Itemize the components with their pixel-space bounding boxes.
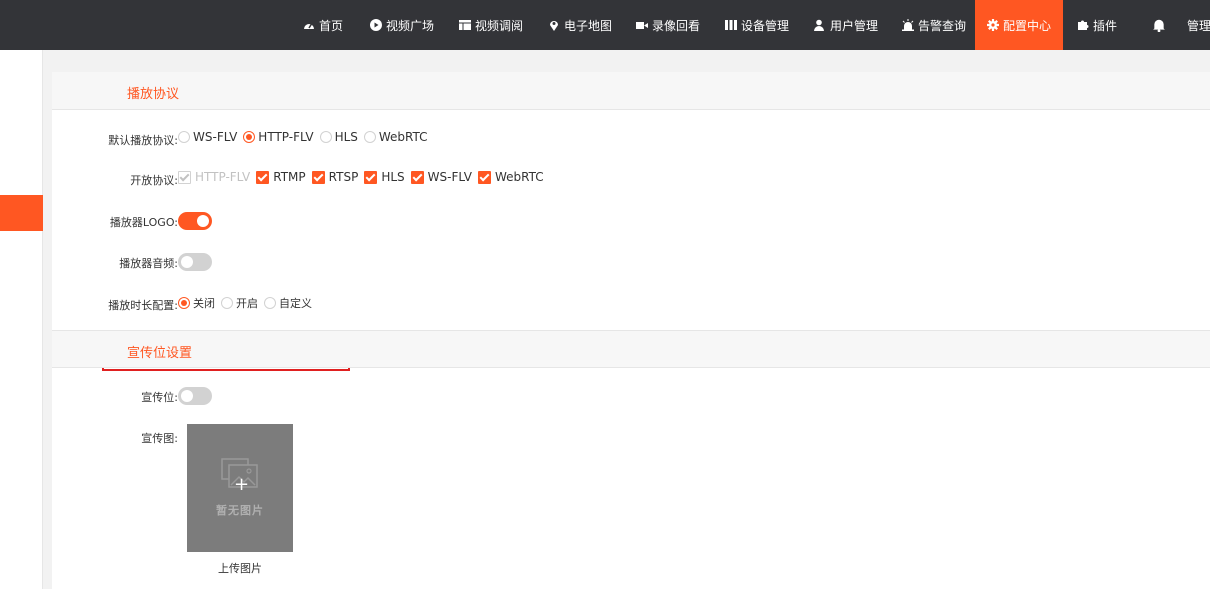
player-logo-switch[interactable] [178,212,212,230]
player-audio-label: 播放器音频: [119,257,178,270]
play-icon [370,19,382,31]
nav-item-home[interactable]: 首页 [303,0,343,50]
open-protocol-checkbox-group: HTTP-FLV RTMP RTSP HLS WS-FLV WebRTC [178,170,550,184]
plus-icon: + [234,474,250,495]
play-duration-radio-group: 关闭 开启 自定义 [178,295,318,311]
nav-label: 视频广场 [386,18,435,33]
config-panel: 播放协议 默认播放协议: WS-FLV HTTP-FLV HLS WebRTC … [52,72,1210,589]
table-icon [459,20,471,30]
nav-item-admin[interactable]: 管理 [1187,0,1210,50]
section-title: 宣传位设置 [127,346,193,361]
ad-slot-switch[interactable] [178,387,212,405]
default-protocol-radio-group: WS-FLV HTTP-FLV HLS WebRTC [178,130,434,144]
nav-label: 配置中心 [1002,18,1051,33]
nav-label: 插件 [1093,18,1118,33]
ad-image-label: 宣传图: [141,432,178,445]
switch-knob [181,390,193,402]
player-logo-label: 播放器LOGO: [109,216,178,229]
radio-label: HTTP-FLV [258,130,314,144]
checkbox-ws-flv[interactable] [410,170,424,184]
nav-label: 用户管理 [830,18,879,33]
radio-label: WebRTC [378,130,428,144]
nav-item-map[interactable]: 电子地图 [548,0,612,50]
radio-ws-flv[interactable] [178,131,190,143]
radio-label: 关闭 [193,297,215,310]
ad-slot-row [178,387,212,405]
upload-image-button[interactable]: 上传图片 [187,560,293,576]
checkbox-http-flv [178,170,191,184]
puzzle-icon [1078,20,1089,30]
nav-item-alarms[interactable]: 告警查询 [902,0,966,50]
radio-label: WS-FLV [193,130,238,144]
sidebar-item-active[interactable] [0,195,43,231]
play-duration-label: 播放时长配置: [108,299,178,312]
checkbox-label: RTSP [328,170,359,184]
section-header-ad-settings: 宣传位设置 [52,330,1210,368]
section-header-play-protocol: 播放协议 [52,72,1210,110]
checkbox-label: WebRTC [494,170,544,184]
default-protocol-label: 默认播放协议: [108,134,178,147]
nav-item-video-square[interactable]: 视频广场 [370,0,434,50]
checkbox-rtmp[interactable] [256,170,270,184]
no-image-text: 暂无图片 [216,504,264,517]
radio-label: HLS [334,130,358,144]
nav-item-playback[interactable]: 录像回看 [636,0,700,50]
checkbox-label: RTMP [273,170,306,184]
nav-label: 管理 [1187,18,1210,33]
columns-icon [725,20,737,30]
radio-duration-on[interactable] [221,297,233,309]
nav-item-plugins[interactable]: 插件 [1077,0,1117,50]
nav-label: 设备管理 [741,18,790,33]
nav-label: 视频调阅 [475,18,524,33]
checkbox-hls[interactable] [364,170,378,184]
gear-icon [986,19,999,31]
nav-item-users[interactable]: 用户管理 [814,0,878,50]
nav-label: 首页 [319,18,344,33]
section-title: 播放协议 [127,87,180,102]
radio-hls[interactable] [319,131,332,143]
radio-http-flv[interactable] [243,131,256,143]
map-marker-icon [550,21,558,31]
nav-item-devices[interactable]: 设备管理 [725,0,789,50]
radio-label: 自定义 [279,297,312,310]
sidebar [0,50,43,589]
checkbox-label: WS-FLV [427,170,472,184]
nav-item-config-center[interactable]: 配置中心 [975,0,1063,50]
dashboard-icon [304,23,314,29]
users-icon [814,19,824,31]
player-logo-row [178,212,212,230]
video-camera-icon [636,22,648,29]
checkbox-rtsp[interactable] [311,170,325,184]
checkbox-label: HTTP-FLV [195,170,251,184]
player-audio-switch[interactable] [178,253,212,271]
radio-webrtc[interactable] [363,131,376,143]
nav-item-video-review[interactable]: 视频调阅 [459,0,523,50]
radio-label: 开启 [236,297,258,310]
radio-duration-off[interactable] [178,297,190,309]
alarm-icon [902,19,914,31]
player-audio-row [178,253,212,271]
switch-knob [197,215,209,227]
open-protocol-label: 开放协议: [130,174,178,187]
ad-image-upload-area[interactable]: + 暂无图片 [187,424,293,552]
nav-label: 电子地图 [564,18,613,33]
switch-knob [181,256,193,268]
nav-label: 告警查询 [918,18,967,33]
checkbox-webrtc[interactable] [477,170,491,184]
notifications-button[interactable] [1152,0,1170,50]
content-area: 播放协议 默认播放协议: WS-FLV HTTP-FLV HLS WebRTC … [43,50,1210,589]
radio-duration-custom[interactable] [264,297,276,309]
bell-icon [1153,19,1165,32]
nav-label: 录像回看 [652,18,701,33]
checkbox-label: HLS [381,170,405,184]
top-navbar: 首页 视频广场 视频调阅 电子地图 录像回看 设备管理 用户管理 告警查询 配置… [0,0,1210,50]
ad-slot-label: 宣传位: [141,391,178,404]
